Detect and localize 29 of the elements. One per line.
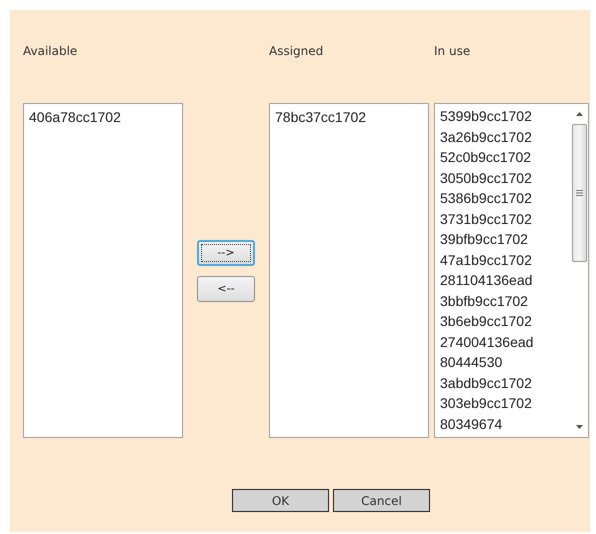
list-item[interactable]: 5386b9cc1702 [440,188,566,208]
list-item[interactable]: 274004136ead [440,332,566,352]
list-item[interactable]: 3abdb9cc1702 [440,372,566,393]
move-button[interactable]: --> [197,240,255,266]
list-item[interactable]: 39bfb9cc1702 [440,229,566,250]
scroll-thumb[interactable] [572,124,587,262]
list-item[interactable]: 3bbfb9cc1702 [440,290,566,311]
column-label: Assigned [269,43,324,58]
list-item[interactable]: 281104136ead [440,270,566,290]
list-item[interactable]: 80349674 [440,414,566,434]
cancel-button[interactable]: Cancel [333,489,430,512]
list-item[interactable]: 47a1b9cc1702 [440,250,566,270]
grip-icon [576,190,583,196]
column-label: Available [23,43,78,58]
list-item[interactable]: 3b6eb9cc1702 [440,311,566,332]
list-item[interactable]: 80444530 [440,352,566,372]
ok-button[interactable]: OK [232,489,329,512]
move-button[interactable]: <-- [197,276,255,302]
list-item[interactable]: 3731b9cc1702 [440,208,566,229]
scroll-up-icon[interactable] [576,112,583,116]
list-item[interactable]: 406a78cc1702 [29,107,177,128]
list-item[interactable]: 3050b9cc1702 [440,168,566,188]
list-item[interactable]: 3a26b9cc1702 [440,126,566,147]
list-item[interactable]: 303eb9cc1702 [440,393,566,414]
list-item[interactable]: 5399b9cc1702 [440,106,566,126]
list-item[interactable]: 52c0b9cc1702 [440,147,566,168]
scroll-down-icon[interactable] [576,425,583,429]
column-label: In use [434,43,470,58]
list-item[interactable]: 78bc37cc1702 [275,107,423,128]
